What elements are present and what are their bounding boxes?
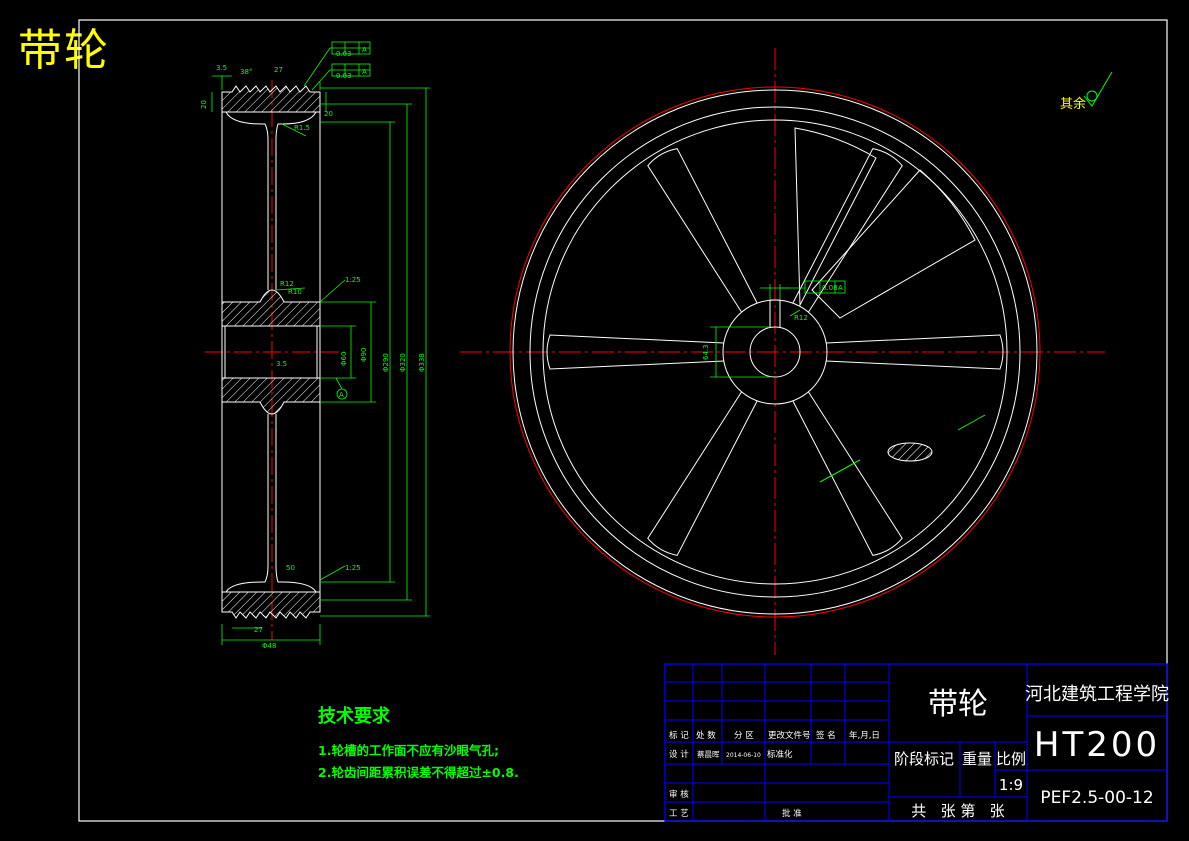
section-dimension-texts: 3.5 38° 27 20 20 R1.5 R12 R10 1:25 3.5 Φ… [200, 46, 426, 650]
drawing-number: PEF2.5-00-12 [1040, 788, 1153, 808]
roughness-symbol: 其余 [1060, 71, 1113, 112]
dim-text: 3.5 [216, 64, 227, 72]
dim-text: 27 [254, 626, 263, 634]
dim-text: Φ60 [340, 352, 348, 366]
dim-text: Φ338 [418, 353, 426, 372]
col-sign: 签 名 [816, 730, 836, 741]
dim-text: R12 [794, 314, 808, 322]
dim-text: 20 [200, 100, 208, 109]
material: HT200 [1034, 725, 1160, 765]
col-mark: 标 记 [669, 730, 689, 741]
part-name: 带轮 [928, 687, 988, 722]
hub-lower-section [221, 377, 321, 415]
weight-label: 重量 [962, 750, 992, 768]
tolerance-ref: A [838, 284, 843, 292]
scale-label: 比例 [996, 750, 1026, 768]
design-label: 设 计 [669, 749, 689, 760]
col-count: 处 数 [696, 730, 716, 741]
dim-text: R12 [280, 280, 294, 288]
standard-label: 标准化 [767, 749, 793, 760]
tech-req-item: 2.轮齿间距累积误差不得超过±0.8. [318, 765, 519, 780]
front-view [460, 48, 1105, 655]
drawing-frame [78, 19, 1168, 822]
col-zone: 分 区 [734, 731, 754, 741]
front-dimensions [710, 280, 846, 378]
dim-text: Φ320 [399, 353, 407, 372]
col-date: 年,月,日 [849, 730, 880, 741]
section-view [205, 80, 345, 640]
dim-text: Φ290 [382, 353, 390, 372]
dim-text: 1:25 [345, 276, 361, 284]
designer: 蔡晨晖 [697, 749, 720, 759]
roughness-note: 其余 [1060, 96, 1086, 112]
spoke-section [887, 442, 933, 462]
dim-text: R1.5 [294, 124, 310, 132]
tolerance-text: 0.03 [336, 50, 352, 58]
tolerance-text: 0.03 [336, 72, 352, 80]
dim-text: 20 [324, 110, 333, 118]
tech-req-item: 1.轮槽的工作面不应有沙眼气孔; [318, 743, 499, 758]
bottom-rim-section [221, 591, 321, 619]
dim-text: 64.3 [702, 344, 710, 360]
tech-requirements: 技术要求 1.轮槽的工作面不应有沙眼气孔; 2.轮齿间距累积误差不得超过±0.8… [318, 705, 519, 780]
engineering-drawing: 3.5 38° 27 20 20 R1.5 R12 R10 1:25 3.5 Φ… [78, 19, 1169, 822]
sheets-label: 共 张 第 张 [911, 802, 1004, 820]
process-label: 工 艺 [669, 809, 689, 819]
tolerance-ref: A [362, 46, 367, 54]
approve-label: 批 准 [782, 808, 802, 819]
design-date: 2014-06-10 [726, 752, 761, 759]
dim-text: 27 [274, 66, 283, 74]
tolerance-ref: A [362, 68, 367, 76]
scale-value: 1:9 [999, 776, 1023, 794]
dim-text: 3.5 [276, 360, 287, 368]
col-docno: 更改文件号 [768, 730, 811, 741]
stage-label: 阶段标记 [894, 750, 954, 768]
hub-upper-section [221, 289, 321, 327]
dim-text: 38° [240, 68, 252, 76]
dim-text: 50 [286, 564, 295, 572]
top-rim-section [221, 85, 321, 113]
school-name: 河北建筑工程学院 [1025, 684, 1169, 705]
datum-label: A [339, 391, 344, 399]
tech-req-title: 技术要求 [318, 705, 391, 727]
tolerance-text: 0.08 [822, 284, 838, 292]
dim-text: R10 [288, 288, 302, 296]
title-block-texts: 带轮 河北建筑工程学院 HT200 PEF2.5-00-12 阶段标记 重量 比… [669, 684, 1169, 820]
dim-text: Φ48 [262, 642, 276, 650]
section-dimensions [211, 41, 430, 645]
review-label: 审 核 [669, 789, 689, 800]
dim-text: Φ90 [360, 348, 368, 362]
dim-text: 1:25 [345, 564, 361, 572]
